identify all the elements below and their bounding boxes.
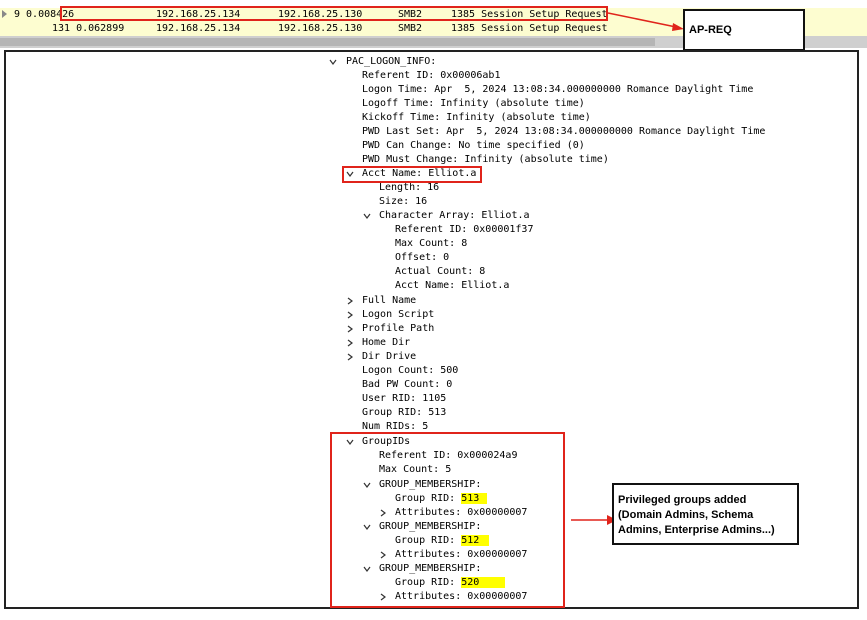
packet-info: 1385 Session Setup Request: [451, 23, 608, 34]
chevron-right-icon[interactable]: [346, 351, 356, 361]
tree-field[interactable]: PWD Can Change: No time specified (0): [362, 140, 585, 152]
tree-field[interactable]: PWD Last Set: Apr 5, 2024 13:08:34.00000…: [362, 126, 765, 138]
tree-field[interactable]: Size: 16: [379, 196, 427, 208]
packet-highlight-box: [60, 6, 608, 21]
tree-field[interactable]: Logon Time: Apr 5, 2024 13:08:34.0000000…: [362, 84, 753, 96]
ap-req-label: AP-REQ: [689, 24, 732, 36]
privileged-line-2: (Domain Admins, Schema: [618, 509, 754, 521]
tree-node-pac-logon-info[interactable]: PAC_LOGON_INFO:: [346, 56, 436, 68]
tree-node-full-name[interactable]: Full Name: [362, 295, 416, 307]
tree-field[interactable]: Referent ID: 0x00006ab1: [362, 70, 500, 82]
ap-req-arrow-icon: [607, 12, 684, 31]
group-ids-highlight-box: [330, 432, 565, 608]
packet-source: 192.168.25.134: [156, 23, 241, 34]
privileged-line-1: Privileged groups added: [618, 494, 747, 506]
packet-destination: 192.168.25.130: [278, 23, 363, 34]
acct-name-highlight-box: [342, 166, 482, 183]
tree-field[interactable]: Max Count: 8: [395, 238, 467, 250]
tree-field[interactable]: User RID: 1105: [362, 393, 446, 405]
tree-field[interactable]: Kickoff Time: Infinity (absolute time): [362, 112, 591, 124]
scrollbar-thumb[interactable]: [0, 38, 655, 46]
packet-no-time: 131 0.062899: [52, 23, 125, 34]
chevron-down-icon[interactable]: [363, 210, 373, 220]
tree-field[interactable]: Acct Name: Elliot.a: [395, 280, 509, 292]
privileged-arrow-icon: [571, 515, 617, 525]
privileged-groups-callout: Privileged groups added (Domain Admins, …: [612, 483, 799, 545]
tree-node-character-array[interactable]: Character Array: Elliot.a: [379, 210, 530, 222]
tree-field[interactable]: Logon Count: 500: [362, 365, 458, 377]
ap-req-callout: AP-REQ: [683, 9, 805, 51]
chevron-down-icon[interactable]: [329, 56, 339, 66]
selected-row-marker-icon: [2, 10, 7, 18]
tree-field[interactable]: PWD Must Change: Infinity (absolute time…: [362, 154, 609, 166]
tree-node-dir-drive[interactable]: Dir Drive: [362, 351, 416, 363]
packet-protocol: SMB2: [398, 23, 423, 34]
chevron-right-icon[interactable]: [346, 295, 356, 305]
chevron-right-icon[interactable]: [346, 337, 356, 347]
chevron-right-icon[interactable]: [346, 323, 356, 333]
tree-node-home-dir[interactable]: Home Dir: [362, 337, 410, 349]
tree-field[interactable]: Group RID: 513: [362, 407, 446, 419]
tree-field[interactable]: Offset: 0: [395, 252, 449, 264]
tree-field[interactable]: Actual Count: 8: [395, 266, 485, 278]
tree-node-logon-script[interactable]: Logon Script: [362, 309, 434, 321]
tree-field[interactable]: Logoff Time: Infinity (absolute time): [362, 98, 585, 110]
tree-field[interactable]: Length: 16: [379, 182, 439, 194]
tree-node-profile-path[interactable]: Profile Path: [362, 323, 434, 335]
tree-field[interactable]: Bad PW Count: 0: [362, 379, 452, 391]
privileged-line-3: Admins, Enterprise Admins...): [618, 524, 775, 536]
chevron-right-icon[interactable]: [346, 309, 356, 319]
tree-field[interactable]: Referent ID: 0x00001f37: [395, 224, 533, 236]
